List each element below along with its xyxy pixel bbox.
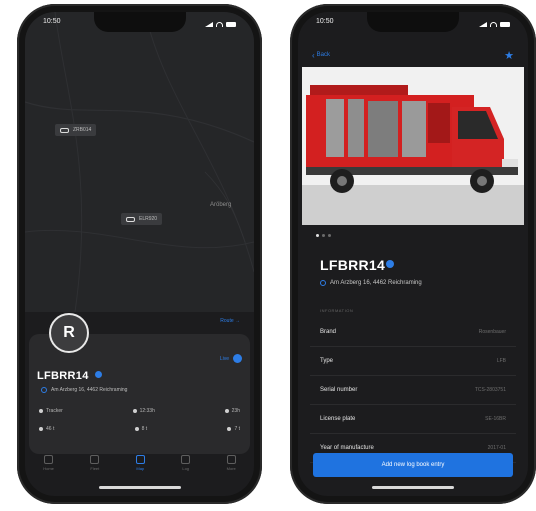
map-vehicle-tag[interactable]: ELR920 — [121, 213, 163, 225]
section-header: INFORMATION — [320, 308, 354, 313]
wifi-icon — [216, 21, 223, 27]
meta-item: 23h — [224, 408, 240, 414]
meta-item: 46 t — [39, 426, 54, 432]
map-place-label: Aröberg — [210, 202, 232, 208]
map-view[interactable]: ZRB014 ELR920 Aröberg — [25, 12, 254, 312]
vehicle-title: LFBRR14 — [320, 257, 386, 273]
property-list: Brand Rosenbauer Type LFB Serial number … — [310, 318, 516, 463]
status-time: 10:50 — [43, 18, 61, 25]
chevron-left-icon: ‹ — [312, 50, 315, 60]
signal-icon — [205, 21, 213, 27]
property-row: Brand Rosenbauer — [310, 318, 516, 347]
wifi-icon — [490, 21, 497, 27]
property-row: License plate SE-16BR — [310, 405, 516, 434]
detail-nav-bar: ‹ Back ★ — [312, 48, 514, 62]
pin-icon — [41, 387, 47, 393]
tab-fleet[interactable]: Fleet — [90, 455, 100, 471]
verified-icon — [95, 371, 102, 378]
tab-log[interactable]: Log — [181, 455, 191, 471]
verified-icon — [386, 260, 394, 268]
vehicle-meta-row: Trac­ker 12:33h 23h — [39, 408, 240, 414]
meta-item: 7 t — [227, 426, 240, 432]
location-arrow-icon[interactable] — [25, 12, 35, 22]
carousel-dot — [316, 234, 319, 237]
home-indicator[interactable] — [98, 486, 181, 489]
brand-logo-icon: R — [63, 324, 75, 341]
status-icons — [479, 18, 510, 30]
weight-icon — [39, 427, 43, 431]
map-vehicle-tag[interactable]: ZRB014 — [55, 124, 97, 136]
add-log-entry-button[interactable]: Add new log book entry — [313, 453, 513, 477]
phone-map-view: 10:50 ZRB014 ELR920 Aröberg Route → R Li… — [17, 4, 262, 504]
log-icon — [181, 455, 191, 464]
status-icons — [205, 18, 236, 30]
map-icon — [135, 455, 145, 464]
clock-icon — [132, 409, 137, 413]
fire-truck-image — [302, 67, 524, 225]
meta-item: 12:33h — [132, 408, 155, 414]
route-link[interactable]: Route → — [220, 318, 240, 324]
carousel-dot — [328, 234, 331, 237]
battery-icon — [500, 21, 510, 27]
signal-icon — [479, 21, 487, 27]
meta-item: 8 t — [134, 426, 147, 432]
vehicle-address: Am Arzberg 16, 4462 Reichraming — [41, 387, 127, 393]
status-time: 10:50 — [316, 18, 334, 25]
tab-home[interactable]: Home — [43, 455, 54, 471]
toggle-knob — [233, 354, 242, 363]
screen-map: 10:50 ZRB014 ELR920 Aröberg Route → R Li… — [25, 12, 254, 496]
status-bar: 10:50 — [43, 18, 236, 30]
vehicle-address: Am Arzberg 16, 4462 Reichraming — [320, 280, 422, 286]
tab-bar: Home Fleet Map Log More — [25, 446, 254, 480]
vehicle-logo-icon — [126, 216, 135, 222]
property-row: Type LFB — [310, 347, 516, 376]
tracker-icon — [39, 409, 43, 413]
meta-item: Trac­ker — [39, 408, 63, 414]
fuel-icon — [227, 427, 232, 431]
vehicle-avatar: R — [49, 313, 89, 353]
property-row: Serial number TCS-2803751 — [310, 376, 516, 405]
vehicle-logo-icon — [60, 127, 69, 133]
tab-more[interactable]: More — [227, 455, 236, 471]
carousel-dot — [322, 234, 325, 237]
map-streets — [25, 12, 254, 312]
fleet-icon — [90, 455, 100, 464]
pin-icon — [320, 280, 326, 286]
screen-detail: 10:50 ‹ Back ★ LFBRR14 Am Arzberg 16, 44… — [298, 12, 528, 496]
home-icon — [44, 455, 54, 464]
home-indicator[interactable] — [372, 486, 454, 489]
status-bar: 10:50 — [316, 18, 510, 30]
vehicle-meta-row: 46 t 8 t 7 t — [39, 426, 240, 432]
favorite-star-icon[interactable]: ★ — [504, 49, 514, 62]
more-icon — [226, 455, 236, 464]
timer-icon — [224, 409, 229, 413]
carousel-indicator[interactable] — [316, 234, 331, 237]
live-toggle[interactable]: Live — [220, 354, 242, 363]
battery-icon — [226, 21, 236, 27]
load-icon — [134, 427, 139, 431]
back-button[interactable]: ‹ Back — [312, 51, 330, 60]
vehicle-photo[interactable] — [302, 67, 524, 225]
phone-detail-view: 10:50 ‹ Back ★ LFBRR14 Am Arzberg 16, 44… — [290, 4, 536, 504]
tab-map[interactable]: Map — [135, 455, 145, 471]
vehicle-name: LFBRR14 — [37, 370, 89, 382]
